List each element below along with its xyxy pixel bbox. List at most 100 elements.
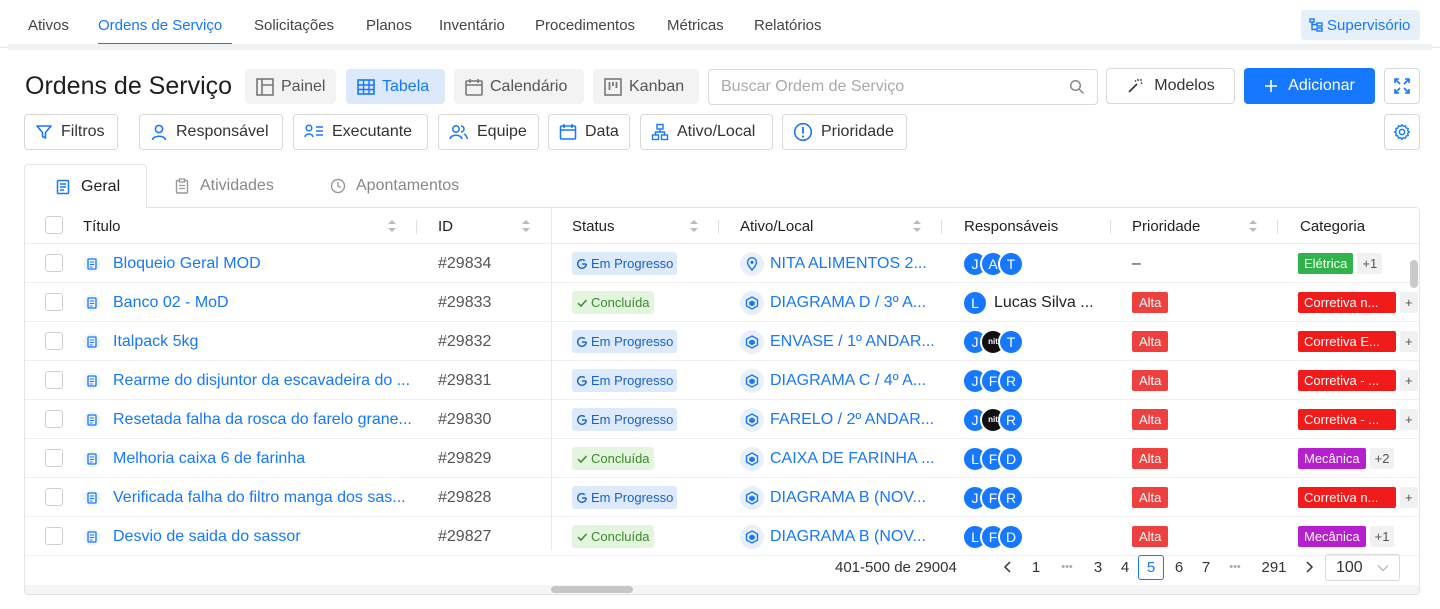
filter-executante-button[interactable]: Executante	[293, 114, 428, 150]
nav-procedimentos[interactable]: Procedimentos	[535, 17, 635, 34]
horizontal-scrollbar[interactable]	[25, 585, 1419, 594]
avatar[interactable]: T	[998, 328, 1024, 355]
col-ativo-local[interactable]: Ativo/Local	[740, 208, 813, 244]
title-cell[interactable]: Verificada falha do filtro manga dos sas…	[83, 478, 413, 517]
work-order-title[interactable]: Banco 02 - MoD	[113, 294, 229, 312]
add-button[interactable]: Adicionar	[1244, 68, 1375, 104]
page-button[interactable]: 7	[1198, 550, 1214, 584]
page-ellipsis[interactable]: •••	[1223, 550, 1247, 584]
work-order-title[interactable]: Melhoria caixa 6 de farinha	[113, 450, 305, 468]
asset-cell[interactable]: FARELO / 2º ANDAR...	[740, 400, 940, 439]
more-categories-badge[interactable]: +	[1400, 292, 1418, 313]
current-page-button[interactable]: 5	[1138, 555, 1164, 580]
avatar[interactable]: D	[998, 523, 1024, 550]
view-painel-button[interactable]: Painel	[245, 69, 336, 104]
table-settings-button[interactable]	[1384, 114, 1420, 150]
models-button[interactable]: Modelos	[1106, 68, 1235, 104]
avatar[interactable]: T	[998, 250, 1024, 277]
col-id[interactable]: ID	[438, 208, 453, 244]
asset-cell[interactable]: DIAGRAMA B (NOV...	[740, 478, 940, 517]
nav-ativos[interactable]: Ativos	[28, 17, 69, 34]
tab-apontamentos[interactable]: Apontamentos	[330, 164, 459, 208]
search-input[interactable]	[721, 78, 1069, 96]
more-categories-badge[interactable]: +	[1400, 487, 1418, 508]
filter-ativo-local-button[interactable]: Ativo/Local	[640, 114, 773, 150]
avatar[interactable]: D	[998, 445, 1024, 472]
table-row[interactable]: Banco 02 - MoD #29833 Concluída DIAGRAMA D …	[25, 283, 1419, 322]
table-row[interactable]: Bloqueio Geral MOD #29834 Em Progresso NITA…	[25, 244, 1419, 283]
nav-metricas[interactable]: Métricas	[667, 17, 724, 34]
page-button[interactable]: 291	[1260, 550, 1288, 584]
title-cell[interactable]: Italpack 5kg	[83, 322, 413, 361]
search-icon[interactable]	[1069, 79, 1085, 95]
tab-geral[interactable]: Geral	[24, 164, 147, 208]
table-row[interactable]: Rearme do disjuntor da escavadeira do ..…	[25, 361, 1419, 400]
nav-planos[interactable]: Planos	[366, 17, 412, 34]
asset-link[interactable]: DIAGRAMA B (NOV...	[770, 528, 926, 546]
title-cell[interactable]: Resetada falha da rosca do farelo grane.…	[83, 400, 413, 439]
table-row[interactable]: Resetada falha da rosca do farelo grane.…	[25, 400, 1419, 439]
select-all-checkbox[interactable]	[45, 216, 63, 234]
filter-data-button[interactable]: Data	[548, 114, 630, 150]
more-categories-badge[interactable]: +1	[1357, 253, 1383, 274]
avatar[interactable]: L	[962, 289, 988, 316]
sort-icon[interactable]	[689, 218, 699, 234]
view-tabela-button[interactable]: Tabela	[346, 69, 445, 104]
more-categories-badge[interactable]: +	[1400, 409, 1418, 430]
table-row[interactable]: Verificada falha do filtro manga dos sas…	[25, 478, 1419, 517]
title-cell[interactable]: Melhoria caixa 6 de farinha	[83, 439, 413, 478]
row-checkbox[interactable]	[45, 332, 63, 350]
title-cell[interactable]: Rearme do disjuntor da escavadeira do ..…	[83, 361, 413, 400]
page-button[interactable]: 3	[1090, 550, 1106, 584]
asset-cell[interactable]: DIAGRAMA C / 4º A...	[740, 361, 940, 400]
asset-link[interactable]: DIAGRAMA C / 4º A...	[770, 372, 926, 390]
asset-link[interactable]: NITA ALIMENTOS 2...	[770, 255, 927, 273]
work-order-title[interactable]: Desvio de saida do sassor	[113, 528, 301, 546]
sort-icon[interactable]	[1248, 218, 1258, 234]
asset-link[interactable]: DIAGRAMA D / 3º A...	[770, 294, 926, 312]
more-categories-badge[interactable]: +	[1400, 370, 1418, 391]
table-row[interactable]: Italpack 5kg #29832 Em Progresso ENVASE / 1…	[25, 322, 1419, 361]
row-checkbox[interactable]	[45, 293, 63, 311]
nav-inventario[interactable]: Inventário	[439, 17, 505, 34]
page-size-select[interactable]: 100	[1325, 554, 1400, 581]
title-cell[interactable]: Banco 02 - MoD	[83, 283, 413, 322]
table-row[interactable]: Melhoria caixa 6 de farinha #29829 Concluí…	[25, 439, 1419, 478]
view-calendario-button[interactable]: Calendário	[454, 69, 584, 104]
asset-cell[interactable]: NITA ALIMENTOS 2...	[740, 244, 940, 283]
nav-solicitacoes[interactable]: Solicitações	[254, 17, 334, 34]
work-order-title[interactable]: Italpack 5kg	[113, 333, 198, 351]
filters-button[interactable]: Filtros	[24, 114, 118, 150]
vertical-scrollbar[interactable]	[1410, 260, 1418, 288]
asset-link[interactable]: ENVASE / 1º ANDAR...	[770, 333, 935, 351]
col-prioridade[interactable]: Prioridade	[1132, 208, 1200, 244]
filter-prioridade-button[interactable]: Prioridade	[782, 114, 907, 150]
asset-cell[interactable]: DIAGRAMA D / 3º A...	[740, 283, 940, 322]
row-checkbox[interactable]	[45, 488, 63, 506]
asset-cell[interactable]: CAIXA DE FARINHA ...	[740, 439, 940, 478]
page-ellipsis[interactable]: •••	[1055, 550, 1079, 584]
avatar[interactable]: R	[998, 367, 1024, 394]
next-page-button[interactable]	[1302, 550, 1316, 584]
prev-page-button[interactable]	[1000, 550, 1016, 584]
row-checkbox[interactable]	[45, 371, 63, 389]
more-categories-badge[interactable]: +2	[1369, 448, 1395, 469]
fullscreen-button[interactable]	[1384, 68, 1420, 104]
asset-link[interactable]: DIAGRAMA B (NOV...	[770, 489, 926, 507]
col-responsaveis[interactable]: Responsáveis	[964, 208, 1058, 244]
col-status[interactable]: Status	[572, 208, 615, 244]
work-order-title[interactable]: Rearme do disjuntor da escavadeira do ..…	[113, 372, 410, 390]
work-order-title[interactable]: Bloqueio Geral MOD	[113, 255, 261, 273]
more-categories-badge[interactable]: +	[1400, 331, 1418, 352]
filter-responsavel-button[interactable]: Responsável	[139, 114, 283, 150]
page-button[interactable]: 6	[1171, 550, 1187, 584]
avatar[interactable]: R	[998, 406, 1024, 433]
col-categoria[interactable]: Categoria	[1300, 208, 1365, 244]
page-button[interactable]: 4	[1117, 550, 1133, 584]
asset-cell[interactable]: ENVASE / 1º ANDAR...	[740, 322, 940, 361]
tab-atividades[interactable]: Atividades	[174, 164, 274, 208]
sort-icon[interactable]	[387, 218, 397, 234]
asset-link[interactable]: CAIXA DE FARINHA ...	[770, 450, 935, 468]
sort-icon[interactable]	[521, 218, 531, 234]
supervisor-button[interactable]: Supervisório	[1301, 10, 1420, 40]
